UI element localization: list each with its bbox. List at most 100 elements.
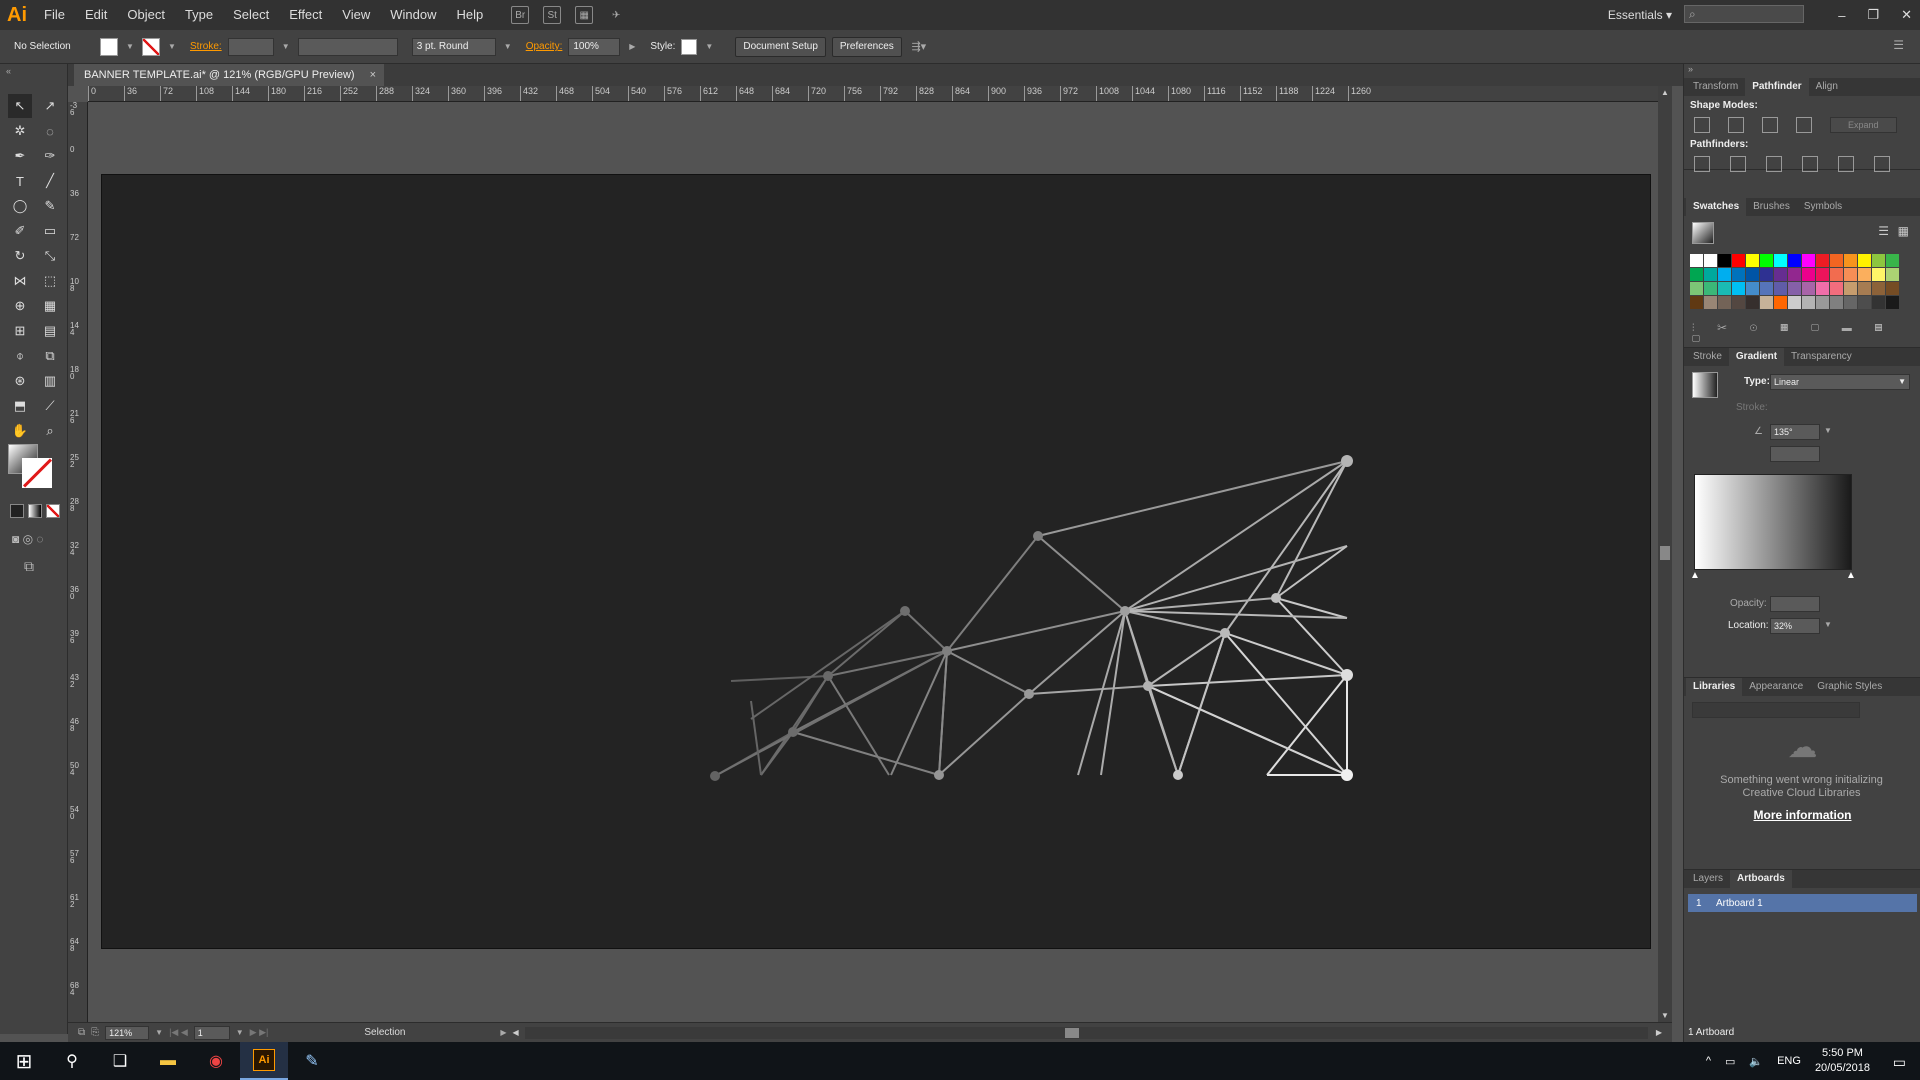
gpu-performance-icon[interactable]: ✈	[607, 6, 625, 24]
swatch[interactable]	[1816, 254, 1829, 267]
search-input[interactable]: ⌕	[1684, 5, 1804, 23]
swatch[interactable]	[1774, 296, 1787, 309]
chevron-down-icon[interactable]: ▼	[1824, 426, 1832, 435]
panel-menu-icon[interactable]: ☰	[1893, 38, 1904, 52]
network-node[interactable]	[823, 671, 833, 681]
network-line[interactable]	[1147, 674, 1348, 687]
gradient-swatch[interactable]	[1692, 372, 1718, 398]
more-information-link[interactable]: More information	[1684, 808, 1920, 822]
fill-swatch[interactable]	[100, 37, 118, 56]
swatch[interactable]	[1704, 282, 1717, 295]
swatch[interactable]	[1718, 254, 1731, 267]
swatch[interactable]	[1872, 254, 1885, 267]
swatch-fill-stroke-icon[interactable]	[1692, 222, 1714, 244]
merge-icon[interactable]	[1766, 156, 1782, 172]
tab-gradient[interactable]: Gradient	[1728, 348, 1785, 366]
network-line[interactable]	[1147, 632, 1226, 687]
panel-collapse-icon[interactable]: «	[6, 66, 11, 76]
aspect-ratio-field[interactable]	[1770, 446, 1820, 462]
network-line[interactable]	[827, 650, 948, 677]
network-line[interactable]	[938, 650, 948, 776]
swatch[interactable]	[1746, 282, 1759, 295]
swatch[interactable]	[1690, 268, 1703, 281]
swatch[interactable]	[1788, 268, 1801, 281]
scroll-left-icon[interactable]: ◀	[513, 1028, 519, 1037]
swatch[interactable]	[1788, 282, 1801, 295]
network-line[interactable]	[827, 675, 890, 776]
blend-tool-icon[interactable]: ⧉	[38, 344, 62, 368]
network-node[interactable]	[788, 727, 798, 737]
last-artboard-icon[interactable]: ▶ ▶|	[250, 1027, 269, 1038]
arrange-documents-icon[interactable]: ▦	[575, 6, 594, 24]
style-swatch[interactable]	[681, 38, 698, 55]
hand-tool-icon[interactable]: ✋	[8, 419, 32, 443]
swatch[interactable]	[1886, 296, 1899, 309]
network-line[interactable]	[890, 650, 948, 776]
scroll-right-icon[interactable]: ▶	[1656, 1028, 1662, 1037]
tab-transform[interactable]: Transform	[1686, 78, 1745, 96]
illustrator-taskbar-icon[interactable]: Ai	[240, 1042, 288, 1080]
menu-edit[interactable]: Edit	[75, 0, 117, 30]
tab-artboards[interactable]: Artboards	[1730, 870, 1792, 888]
swatch[interactable]	[1690, 254, 1703, 267]
line-tool-icon[interactable]: ╱	[38, 169, 62, 193]
swatch[interactable]	[1774, 282, 1787, 295]
chevron-down-icon[interactable]: ▼	[155, 1028, 163, 1037]
expand-button[interactable]: Expand	[1829, 117, 1898, 133]
swatch[interactable]	[1704, 268, 1717, 281]
network-line[interactable]	[1100, 610, 1126, 776]
swatch[interactable]	[1718, 296, 1731, 309]
swatch[interactable]	[1732, 268, 1745, 281]
crop-icon[interactable]	[1802, 156, 1818, 172]
gradient-stop-icon[interactable]: ▲	[1846, 570, 1856, 581]
opacity-field[interactable]: 100%	[568, 37, 621, 56]
volume-icon[interactable]: 🔈	[1749, 1055, 1763, 1068]
network-line[interactable]	[938, 693, 1030, 776]
stroke-swatch[interactable]	[142, 37, 160, 56]
network-node[interactable]	[942, 646, 952, 656]
swatch[interactable]	[1802, 296, 1815, 309]
artboard[interactable]	[101, 174, 1651, 949]
network-node[interactable]	[934, 770, 944, 780]
swatch[interactable]	[1718, 282, 1731, 295]
swatch[interactable]	[1774, 254, 1787, 267]
language-indicator[interactable]: ENG	[1777, 1055, 1801, 1067]
free-transform-tool-icon[interactable]: ⬚	[38, 269, 62, 293]
swatch[interactable]	[1886, 282, 1899, 295]
screen-mode-icon[interactable]: ⧉	[24, 558, 34, 575]
swatch-actions-icons[interactable]: ⫶ ✂ ⊙ ▦ ▢ ▬ ▤ ▢	[1692, 323, 1920, 345]
chevron-right-icon[interactable]: ▶	[500, 1028, 506, 1037]
network-node[interactable]	[710, 771, 720, 781]
network-node[interactable]	[900, 606, 910, 616]
network-node[interactable]	[1024, 689, 1034, 699]
slice-tool-icon[interactable]: ⟋	[38, 394, 62, 418]
minus-front-icon[interactable]	[1727, 117, 1744, 133]
pen-tool-icon[interactable]: ✒	[8, 144, 32, 168]
workspace-switcher[interactable]: Essentials ▾	[1608, 0, 1672, 30]
chevron-up-icon[interactable]: ^	[1706, 1055, 1711, 1067]
vertical-ruler[interactable]: -36 0 36 72 108 144 180 216 252 288 324 360 396 432 46…	[68, 102, 88, 1022]
perspective-grid-tool-icon[interactable]: ▦	[38, 294, 62, 318]
chevron-down-icon[interactable]: ▼	[502, 38, 514, 56]
paintbrush-tool-icon[interactable]: ✎	[38, 194, 62, 218]
arrange-icon[interactable]: ⇶▾	[908, 38, 930, 56]
location-field[interactable]: 32%	[1770, 618, 1820, 634]
network-line[interactable]	[1147, 685, 1348, 776]
close-icon[interactable]: ×	[370, 64, 376, 86]
network-line[interactable]	[1124, 610, 1179, 776]
network-line[interactable]	[1177, 632, 1226, 776]
brush-definition-field[interactable]: 3 pt. Round	[411, 37, 496, 56]
selection-tool-icon[interactable]: ↖	[8, 94, 32, 118]
network-line[interactable]	[1275, 597, 1348, 619]
document-setup-button[interactable]: Document Setup	[735, 36, 826, 57]
network-node[interactable]	[1341, 669, 1353, 681]
swatch[interactable]	[1732, 296, 1745, 309]
chevron-down-icon[interactable]: ▼	[1824, 620, 1832, 629]
restore-icon[interactable]: ❐	[1867, 7, 1879, 23]
swatch[interactable]	[1830, 254, 1843, 267]
chevron-down-icon[interactable]: ▼	[236, 1028, 244, 1037]
swatch[interactable]	[1858, 254, 1871, 267]
horizontal-ruler[interactable]: 0 36 72 108 144 180 216 252 288 324 360 396 432 468 50…	[88, 86, 1658, 102]
trim-icon[interactable]	[1730, 156, 1746, 172]
windows-start-icon[interactable]: ⊞	[0, 1042, 48, 1080]
